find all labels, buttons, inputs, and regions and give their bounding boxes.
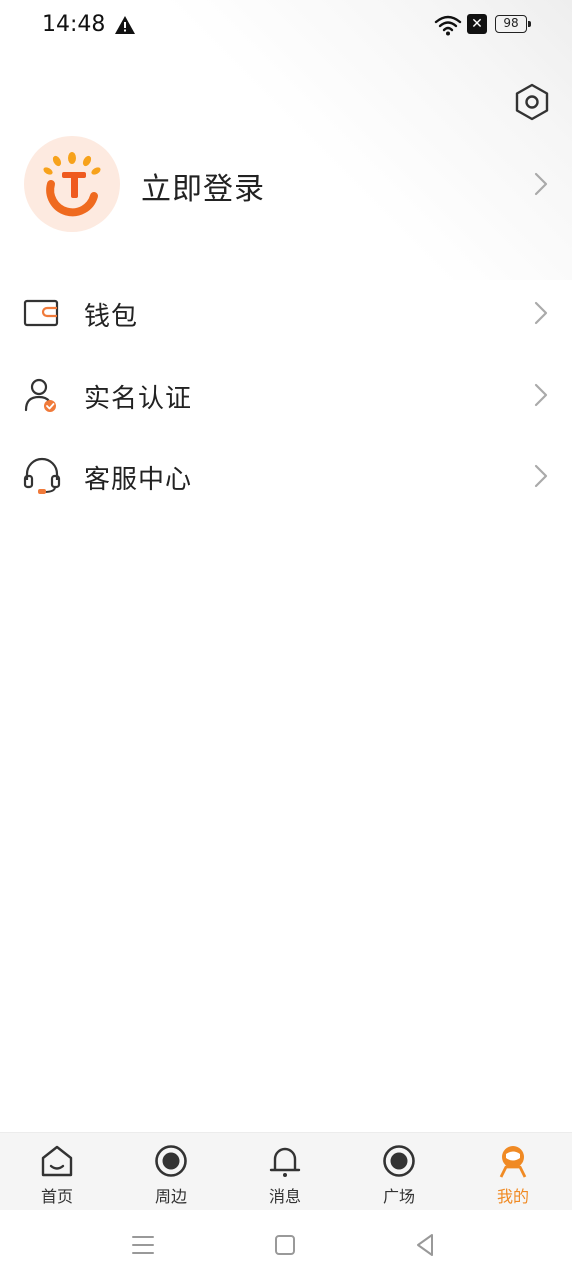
tab-nearby[interactable]: 周边 xyxy=(114,1133,228,1211)
settings-hexagon-icon[interactable] xyxy=(512,82,552,122)
menu-item-customer-service[interactable]: 客服中心 xyxy=(0,436,572,516)
tab-label: 首页 xyxy=(40,1187,73,1206)
chevron-right-icon xyxy=(534,464,548,488)
sim-off-icon: ✕ xyxy=(467,14,487,34)
tab-mine[interactable]: 我的 xyxy=(456,1133,570,1211)
menu-item-wallet[interactable]: 钱包 xyxy=(0,273,572,353)
headset-icon xyxy=(23,457,61,494)
system-nav-bar xyxy=(0,1210,572,1280)
app-logo-icon xyxy=(43,152,101,217)
home-square-icon[interactable] xyxy=(270,1230,300,1260)
bottom-tab-bar: 首页 周边 消息 广场 我的 xyxy=(0,1132,572,1210)
menu-item-label: 实名认证 xyxy=(84,384,193,414)
tab-home[interactable]: 首页 xyxy=(0,1133,114,1211)
bell-icon xyxy=(269,1147,301,1177)
wifi-icon xyxy=(434,15,462,36)
battery-indicator: 98 xyxy=(495,15,531,33)
tab-label: 我的 xyxy=(496,1187,529,1206)
login-row[interactable]: 立即登录 xyxy=(0,136,572,232)
menu-icon[interactable] xyxy=(128,1230,158,1260)
avatar[interactable] xyxy=(24,136,120,232)
tab-label: 广场 xyxy=(382,1187,415,1206)
home-icon xyxy=(41,1145,73,1177)
tab-square[interactable]: 广场 xyxy=(342,1133,456,1211)
verified-user-icon xyxy=(24,378,56,412)
status-time: 14:48 xyxy=(42,12,106,37)
nearby-icon xyxy=(155,1145,187,1177)
menu-item-label: 客服中心 xyxy=(84,465,193,495)
tab-label: 消息 xyxy=(268,1187,301,1206)
status-bar: 14:48 ✕ 98 xyxy=(0,0,572,50)
profile-icon xyxy=(499,1146,527,1178)
menu-item-label: 钱包 xyxy=(84,302,139,332)
wallet-icon xyxy=(23,299,59,327)
chevron-right-icon xyxy=(534,383,548,407)
warning-icon xyxy=(115,16,135,34)
back-triangle-icon[interactable] xyxy=(410,1230,440,1260)
chevron-right-icon xyxy=(534,172,548,196)
menu-item-verification[interactable]: 实名认证 xyxy=(0,355,572,435)
tab-label: 周边 xyxy=(154,1187,187,1206)
chevron-right-icon xyxy=(534,301,548,325)
tab-messages[interactable]: 消息 xyxy=(228,1133,342,1211)
square-icon xyxy=(383,1145,415,1177)
login-label: 立即登录 xyxy=(141,172,265,207)
